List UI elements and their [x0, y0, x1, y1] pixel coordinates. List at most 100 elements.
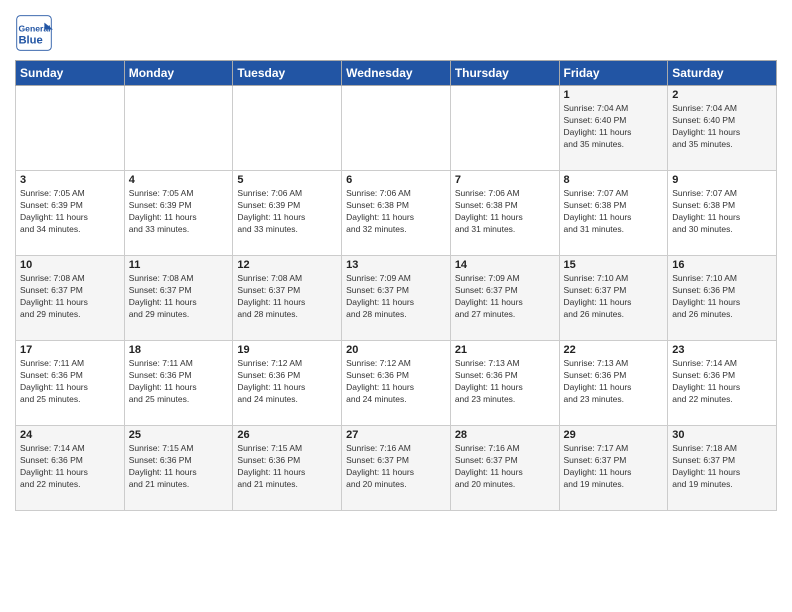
day-info: Sunrise: 7:04 AM Sunset: 6:40 PM Dayligh… [672, 103, 772, 151]
day-info: Sunrise: 7:08 AM Sunset: 6:37 PM Dayligh… [129, 273, 229, 321]
calendar: SundayMondayTuesdayWednesdayThursdayFrid… [15, 60, 777, 511]
calendar-day-cell: 24 Sunrise: 7:14 AM Sunset: 6:36 PM Dayli… [16, 426, 125, 511]
calendar-week-row: 24 Sunrise: 7:14 AM Sunset: 6:36 PM Dayli… [16, 426, 777, 511]
day-info: Sunrise: 7:15 AM Sunset: 6:36 PM Dayligh… [129, 443, 229, 491]
calendar-day-cell: 14Sunrise: 7:09 AM Sunset: 6:37 PM Dayli… [450, 256, 559, 341]
day-number: 15 [564, 259, 664, 271]
day-number: 30 [672, 429, 772, 441]
day-number: 19 [237, 344, 337, 356]
day-info: Sunrise: 7:05 AM Sunset: 6:39 PM Dayligh… [20, 188, 120, 236]
day-number: 24 [20, 429, 120, 441]
calendar-day-cell: 15 Sunrise: 7:10 AM Sunset: 6:37 PM Dayli… [559, 256, 668, 341]
calendar-day-cell: 25 Sunrise: 7:15 AM Sunset: 6:36 PM Dayli… [124, 426, 233, 511]
calendar-day-cell [450, 86, 559, 171]
weekday-cell: Monday [124, 61, 233, 86]
day-number: 18 [129, 344, 229, 356]
day-number: 12 [237, 259, 337, 271]
day-number: 10 [20, 259, 120, 271]
calendar-day-cell: 19Sunrise: 7:12 AM Sunset: 6:36 PM Dayli… [233, 341, 342, 426]
day-number: 5 [237, 174, 337, 186]
calendar-day-cell: 9 Sunrise: 7:07 AM Sunset: 6:38 PM Daylig… [668, 171, 777, 256]
day-info: Sunrise: 7:10 AM Sunset: 6:37 PM Dayligh… [564, 273, 664, 321]
calendar-week-row: 10 Sunrise: 7:08 AM Sunset: 6:37 PM Dayli… [16, 256, 777, 341]
day-info: Sunrise: 7:06 AM Sunset: 6:39 PM Dayligh… [237, 188, 337, 236]
day-number: 26 [237, 429, 337, 441]
calendar-day-cell: 22Sunrise: 7:13 AM Sunset: 6:36 PM Dayli… [559, 341, 668, 426]
calendar-day-cell: 5 Sunrise: 7:06 AM Sunset: 6:39 PM Daylig… [233, 171, 342, 256]
day-info: Sunrise: 7:06 AM Sunset: 6:38 PM Dayligh… [455, 188, 555, 236]
logo: General Blue [15, 14, 55, 52]
calendar-week-row: 1 Sunrise: 7:04 AM Sunset: 6:40 PM Daylig… [16, 86, 777, 171]
day-number: 8 [564, 174, 664, 186]
calendar-day-cell: 13 Sunrise: 7:09 AM Sunset: 6:37 PM Dayli… [342, 256, 451, 341]
weekday-header-row: SundayMondayTuesdayWednesdayThursdayFrid… [16, 61, 777, 86]
calendar-day-cell: 3 Sunrise: 7:05 AM Sunset: 6:39 PM Daylig… [16, 171, 125, 256]
calendar-day-cell [124, 86, 233, 171]
calendar-day-cell: 16Sunrise: 7:10 AM Sunset: 6:36 PM Dayli… [668, 256, 777, 341]
calendar-day-cell: 10 Sunrise: 7:08 AM Sunset: 6:37 PM Dayli… [16, 256, 125, 341]
day-info: Sunrise: 7:13 AM Sunset: 6:36 PM Dayligh… [455, 358, 555, 406]
calendar-day-cell: 6Sunrise: 7:06 AM Sunset: 6:38 PM Daylig… [342, 171, 451, 256]
calendar-day-cell: 1 Sunrise: 7:04 AM Sunset: 6:40 PM Daylig… [559, 86, 668, 171]
day-number: 23 [672, 344, 772, 356]
day-number: 11 [129, 259, 229, 271]
day-info: Sunrise: 7:11 AM Sunset: 6:36 PM Dayligh… [20, 358, 120, 406]
weekday-cell: Tuesday [233, 61, 342, 86]
day-number: 1 [564, 89, 664, 101]
day-number: 9 [672, 174, 772, 186]
day-number: 17 [20, 344, 120, 356]
day-number: 28 [455, 429, 555, 441]
calendar-week-row: 3 Sunrise: 7:05 AM Sunset: 6:39 PM Daylig… [16, 171, 777, 256]
calendar-day-cell: 29 Sunrise: 7:17 AM Sunset: 6:37 PM Dayli… [559, 426, 668, 511]
calendar-day-cell [16, 86, 125, 171]
day-info: Sunrise: 7:15 AM Sunset: 6:36 PM Dayligh… [237, 443, 337, 491]
calendar-day-cell: 8Sunrise: 7:07 AM Sunset: 6:38 PM Daylig… [559, 171, 668, 256]
day-info: Sunrise: 7:05 AM Sunset: 6:39 PM Dayligh… [129, 188, 229, 236]
day-info: Sunrise: 7:14 AM Sunset: 6:36 PM Dayligh… [672, 358, 772, 406]
calendar-day-cell: 18 Sunrise: 7:11 AM Sunset: 6:36 PM Dayli… [124, 341, 233, 426]
day-number: 25 [129, 429, 229, 441]
calendar-day-cell: 7 Sunrise: 7:06 AM Sunset: 6:38 PM Daylig… [450, 171, 559, 256]
day-info: Sunrise: 7:17 AM Sunset: 6:37 PM Dayligh… [564, 443, 664, 491]
svg-text:Blue: Blue [18, 34, 42, 46]
calendar-day-cell: 28 Sunrise: 7:16 AM Sunset: 6:37 PM Dayli… [450, 426, 559, 511]
calendar-day-cell: 21 Sunrise: 7:13 AM Sunset: 6:36 PM Dayli… [450, 341, 559, 426]
calendar-day-cell [342, 86, 451, 171]
calendar-day-cell: 27 Sunrise: 7:16 AM Sunset: 6:37 PM Dayli… [342, 426, 451, 511]
calendar-day-cell: 2 Sunrise: 7:04 AM Sunset: 6:40 PM Daylig… [668, 86, 777, 171]
calendar-day-cell: 17 Sunrise: 7:11 AM Sunset: 6:36 PM Dayli… [16, 341, 125, 426]
calendar-day-cell: 30 Sunrise: 7:18 AM Sunset: 6:37 PM Dayli… [668, 426, 777, 511]
day-number: 21 [455, 344, 555, 356]
weekday-cell: Friday [559, 61, 668, 86]
calendar-day-cell: 12 Sunrise: 7:08 AM Sunset: 6:37 PM Dayli… [233, 256, 342, 341]
day-number: 27 [346, 429, 446, 441]
day-number: 4 [129, 174, 229, 186]
day-number: 20 [346, 344, 446, 356]
day-info: Sunrise: 7:12 AM Sunset: 6:36 PM Dayligh… [346, 358, 446, 406]
calendar-day-cell: 23 Sunrise: 7:14 AM Sunset: 6:36 PM Dayli… [668, 341, 777, 426]
day-info: Sunrise: 7:11 AM Sunset: 6:36 PM Dayligh… [129, 358, 229, 406]
day-info: Sunrise: 7:04 AM Sunset: 6:40 PM Dayligh… [564, 103, 664, 151]
day-number: 6 [346, 174, 446, 186]
day-info: Sunrise: 7:13 AM Sunset: 6:36 PM Dayligh… [564, 358, 664, 406]
day-number: 3 [20, 174, 120, 186]
day-number: 7 [455, 174, 555, 186]
day-info: Sunrise: 7:18 AM Sunset: 6:37 PM Dayligh… [672, 443, 772, 491]
calendar-day-cell: 26 Sunrise: 7:15 AM Sunset: 6:36 PM Dayli… [233, 426, 342, 511]
weekday-cell: Thursday [450, 61, 559, 86]
day-info: Sunrise: 7:16 AM Sunset: 6:37 PM Dayligh… [455, 443, 555, 491]
day-number: 2 [672, 89, 772, 101]
calendar-week-row: 17 Sunrise: 7:11 AM Sunset: 6:36 PM Dayli… [16, 341, 777, 426]
header: General Blue [15, 10, 777, 52]
day-info: Sunrise: 7:14 AM Sunset: 6:36 PM Dayligh… [20, 443, 120, 491]
weekday-cell: Saturday [668, 61, 777, 86]
weekday-cell: Wednesday [342, 61, 451, 86]
day-info: Sunrise: 7:10 AM Sunset: 6:36 PM Dayligh… [672, 273, 772, 321]
day-info: Sunrise: 7:08 AM Sunset: 6:37 PM Dayligh… [237, 273, 337, 321]
day-info: Sunrise: 7:07 AM Sunset: 6:38 PM Dayligh… [672, 188, 772, 236]
day-info: Sunrise: 7:09 AM Sunset: 6:37 PM Dayligh… [346, 273, 446, 321]
day-info: Sunrise: 7:08 AM Sunset: 6:37 PM Dayligh… [20, 273, 120, 321]
day-info: Sunrise: 7:16 AM Sunset: 6:37 PM Dayligh… [346, 443, 446, 491]
day-number: 13 [346, 259, 446, 271]
day-number: 29 [564, 429, 664, 441]
